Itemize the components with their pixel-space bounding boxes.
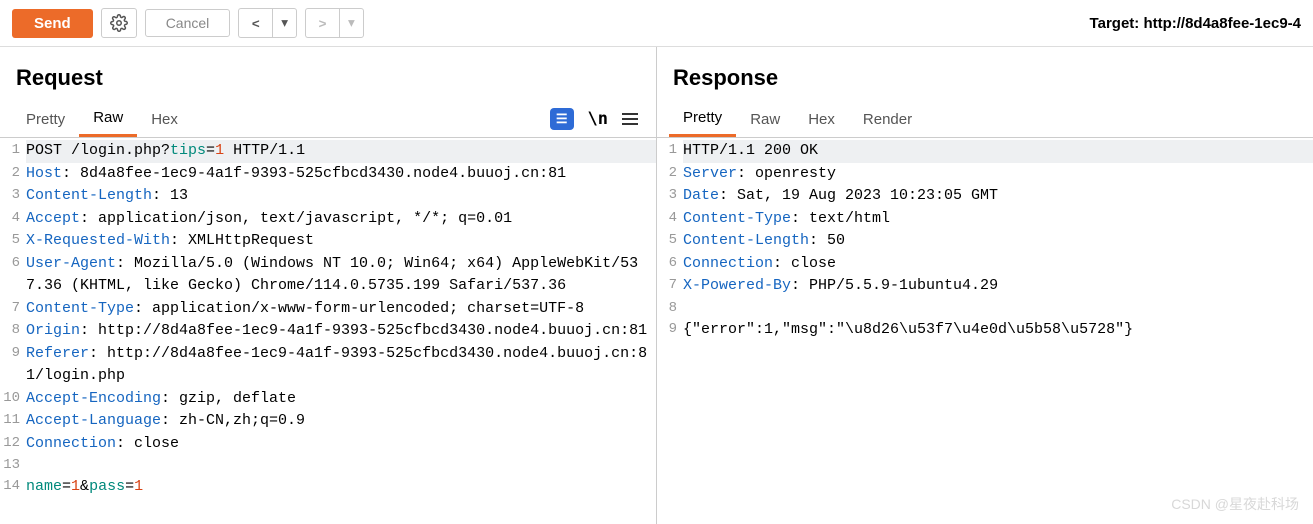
forward-dropdown-button[interactable]: ▾ <box>339 8 364 38</box>
menu-icon[interactable] <box>622 113 638 125</box>
code-line: 14name=1&pass=1 <box>0 476 656 499</box>
tab-hex[interactable]: Hex <box>794 103 849 136</box>
newline-toggle[interactable]: \n <box>588 109 608 129</box>
inspector-icon[interactable]: ☰ <box>550 108 574 130</box>
code-line: 4Content-Type: text/html <box>657 208 1313 231</box>
code-line: 10Accept-Encoding: gzip, deflate <box>0 388 656 411</box>
caret-down-icon: ▾ <box>281 15 288 31</box>
request-tabs: Pretty Raw Hex ☰ \n <box>0 101 656 138</box>
code-line: 5Content-Length: 50 <box>657 230 1313 253</box>
back-button[interactable]: < <box>238 8 272 38</box>
response-title: Response <box>657 47 1313 101</box>
code-line: 2Host: 8d4a8fee-1ec9-4a1f-9393-525cfbcd3… <box>0 163 656 186</box>
send-button[interactable]: Send <box>12 9 93 38</box>
code-line: 6User-Agent: Mozilla/5.0 (Windows NT 10.… <box>0 253 656 298</box>
settings-button[interactable] <box>101 8 137 38</box>
code-line: 1HTTP/1.1 200 OK <box>657 140 1313 163</box>
code-line: 8 <box>657 298 1313 319</box>
code-line: 9{"error":1,"msg":"\u8d26\u53f7\u4e0d\u5… <box>657 319 1313 342</box>
request-title: Request <box>0 47 656 101</box>
tab-hex[interactable]: Hex <box>137 103 192 136</box>
tab-raw[interactable]: Raw <box>736 103 794 136</box>
code-line: 5X-Requested-With: XMLHttpRequest <box>0 230 656 253</box>
history-forward-group: > ▾ <box>305 8 364 38</box>
request-panel: Request Pretty Raw Hex ☰ \n 1POST /login… <box>0 47 657 524</box>
code-line: 11Accept-Language: zh-CN,zh;q=0.9 <box>0 410 656 433</box>
code-line: 9Referer: http://8d4a8fee-1ec9-4a1f-9393… <box>0 343 656 388</box>
back-dropdown-button[interactable]: ▾ <box>272 8 297 38</box>
code-line: 4Accept: application/json, text/javascri… <box>0 208 656 231</box>
cancel-button[interactable]: Cancel <box>145 9 231 37</box>
history-back-group: < ▾ <box>238 8 297 38</box>
response-viewer[interactable]: 1HTTP/1.1 200 OK2Server: openresty3Date:… <box>657 138 1313 524</box>
code-line: 8Origin: http://8d4a8fee-1ec9-4a1f-9393-… <box>0 320 656 343</box>
code-line: 1POST /login.php?tips=1 HTTP/1.1 <box>0 140 656 163</box>
code-line: 2Server: openresty <box>657 163 1313 186</box>
code-line: 3Content-Length: 13 <box>0 185 656 208</box>
tab-raw[interactable]: Raw <box>79 101 137 137</box>
code-line: 7Content-Type: application/x-www-form-ur… <box>0 298 656 321</box>
tab-render[interactable]: Render <box>849 103 926 136</box>
response-panel: Response Pretty Raw Hex Render 1HTTP/1.1… <box>657 47 1313 524</box>
code-line: 13 <box>0 455 656 476</box>
code-line: 3Date: Sat, 19 Aug 2023 10:23:05 GMT <box>657 185 1313 208</box>
response-tabs: Pretty Raw Hex Render <box>657 101 1313 138</box>
tab-pretty[interactable]: Pretty <box>669 101 736 137</box>
caret-down-icon: ▾ <box>348 15 355 31</box>
code-line: 12Connection: close <box>0 433 656 456</box>
forward-button[interactable]: > <box>305 8 339 38</box>
toolbar: Send Cancel < ▾ > ▾ Target: http://8d4a8… <box>0 0 1313 47</box>
code-line: 7X-Powered-By: PHP/5.5.9-1ubuntu4.29 <box>657 275 1313 298</box>
request-editor[interactable]: 1POST /login.php?tips=1 HTTP/1.12Host: 8… <box>0 138 656 524</box>
code-line: 6Connection: close <box>657 253 1313 276</box>
target-label: Target: http://8d4a8fee-1ec9-4 <box>1090 15 1301 32</box>
gear-icon <box>110 14 128 32</box>
tab-pretty[interactable]: Pretty <box>12 103 79 136</box>
